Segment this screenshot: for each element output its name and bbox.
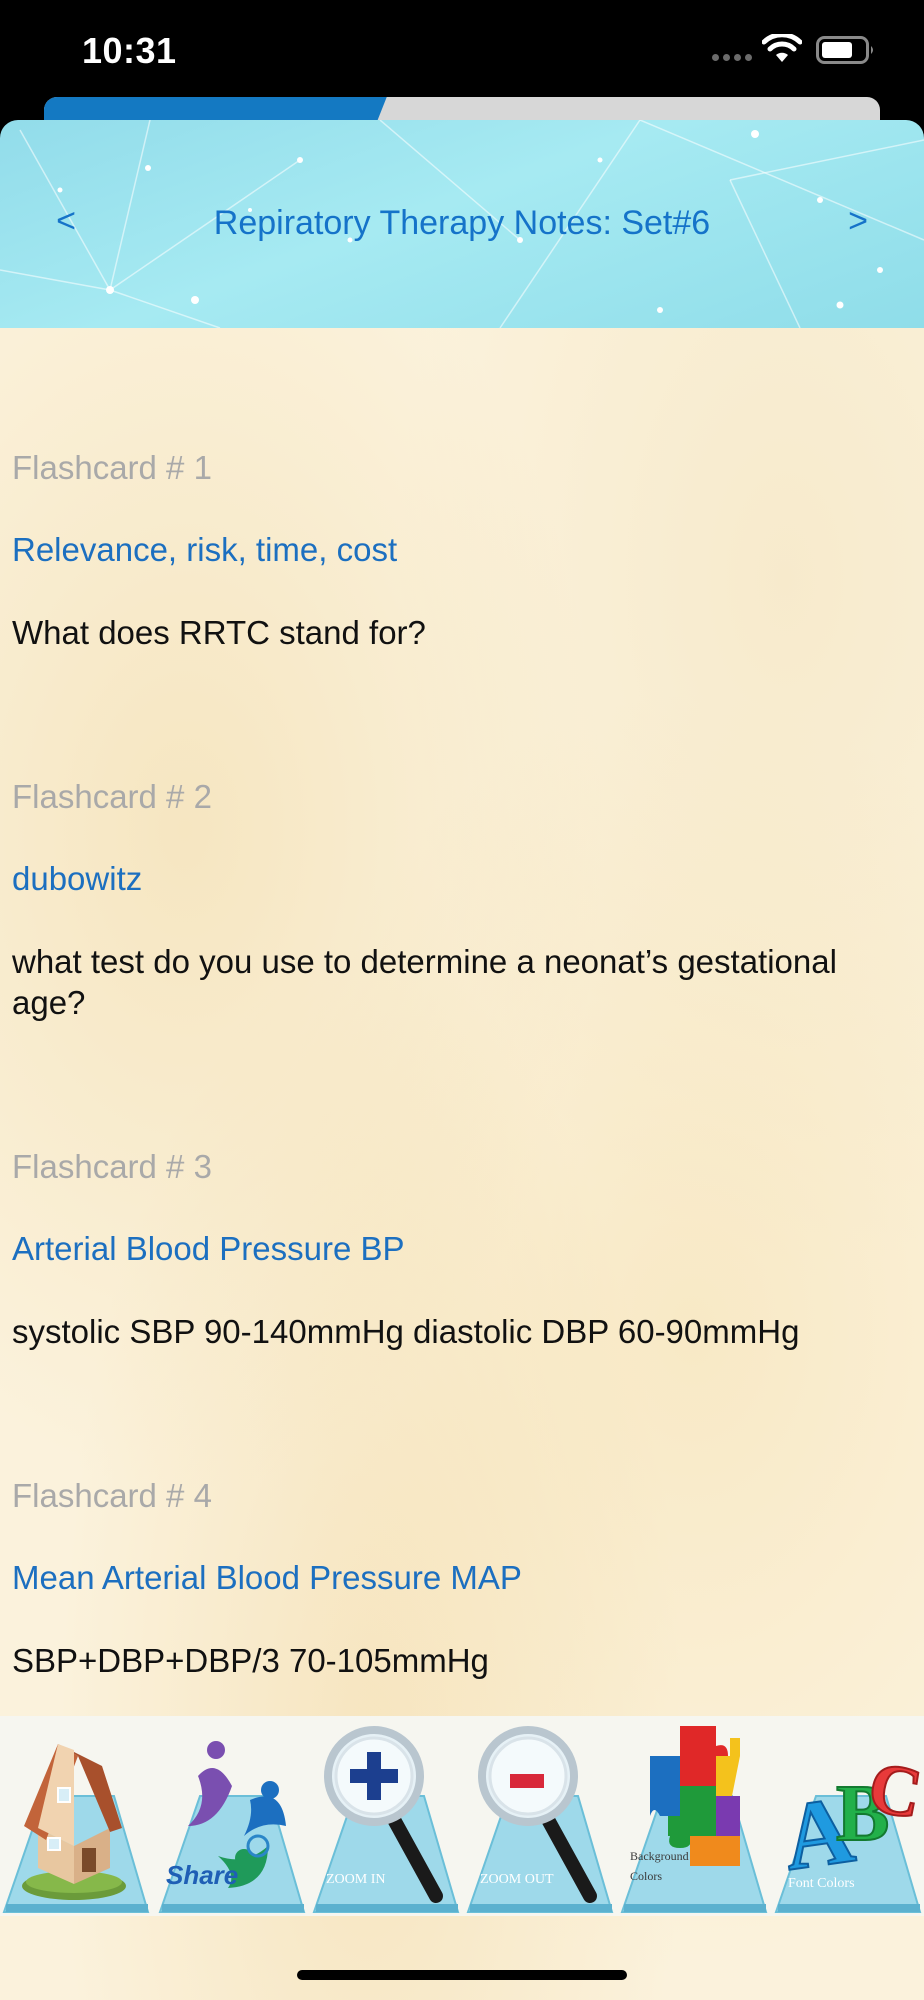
battery-icon: [816, 36, 873, 64]
flashcard: Flashcard # 4 Mean Arterial Blood Pressu…: [12, 1476, 912, 1681]
wifi-icon: [762, 34, 802, 62]
header: < Repiratory Therapy Notes: Set#6 >: [0, 120, 924, 328]
cellular-signal-icon: [712, 54, 752, 61]
flashcard-question: SBP+DBP+DBP/3 70-105mmHg: [12, 1642, 489, 1679]
zoom-in-label: ZOOM IN: [326, 1872, 386, 1887]
home-button[interactable]: [2, 1716, 152, 1916]
background-colors-button[interactable]: Background Colors: [620, 1716, 770, 1916]
zoom-out-button[interactable]: ZOOM OUT: [466, 1716, 616, 1916]
flashcard-question: what test do you use to determine a neon…: [12, 943, 837, 1021]
page-title: Repiratory Therapy Notes: Set#6: [213, 204, 711, 242]
flashcard-question: What does RRTC stand for?: [12, 614, 426, 651]
flashcard-number: Flashcard # 3: [12, 1148, 212, 1185]
flashcard-answer: Mean Arterial Blood Pressure MAP: [12, 1559, 522, 1596]
puzzle-icon: [620, 1726, 768, 1913]
flashcard-question: systolic SBP 90-140mmHg diastolic DBP 60…: [12, 1313, 800, 1350]
background-colors-label: Background Colors: [630, 1849, 689, 1883]
home-icon: [2, 1744, 150, 1913]
status-time: 10:31: [82, 30, 177, 71]
flashcard-number: Flashcard # 2: [12, 778, 212, 815]
zoom-out-label: ZOOM OUT: [480, 1872, 554, 1887]
flashcard: Flashcard # 1 Relevance, risk, time, cos…: [12, 448, 912, 653]
flashcard-answer: Arterial Blood Pressure BP: [12, 1230, 405, 1267]
svg-text:C: C: [863, 1746, 924, 1834]
flashcard-number: Flashcard # 1: [12, 449, 212, 486]
flashcard: Flashcard # 3 Arterial Blood Pressure BP…: [12, 1147, 912, 1352]
next-set-button[interactable]: >: [828, 202, 888, 241]
flashcard-answer: Relevance, risk, time, cost: [12, 531, 398, 568]
home-indicator[interactable]: [297, 1970, 627, 1980]
zoom-in-button[interactable]: ZOOM IN: [312, 1716, 462, 1916]
flashcard-number: Flashcard # 4: [12, 1477, 212, 1514]
flashcard-answer: dubowitz: [12, 860, 143, 897]
font-colors-label: Font Colors: [788, 1876, 855, 1891]
bottom-toolbar: Share ZOOM IN ZOOM OUT Background Colors…: [0, 1716, 924, 1916]
font-colors-button[interactable]: A B C Font Colors: [774, 1716, 924, 1916]
status-bar: 10:31: [0, 0, 924, 100]
share-button[interactable]: Share: [158, 1716, 308, 1916]
flashcard: Flashcard # 2 dubowitz what test do you …: [12, 777, 912, 1023]
share-label: Share: [166, 1860, 239, 1890]
